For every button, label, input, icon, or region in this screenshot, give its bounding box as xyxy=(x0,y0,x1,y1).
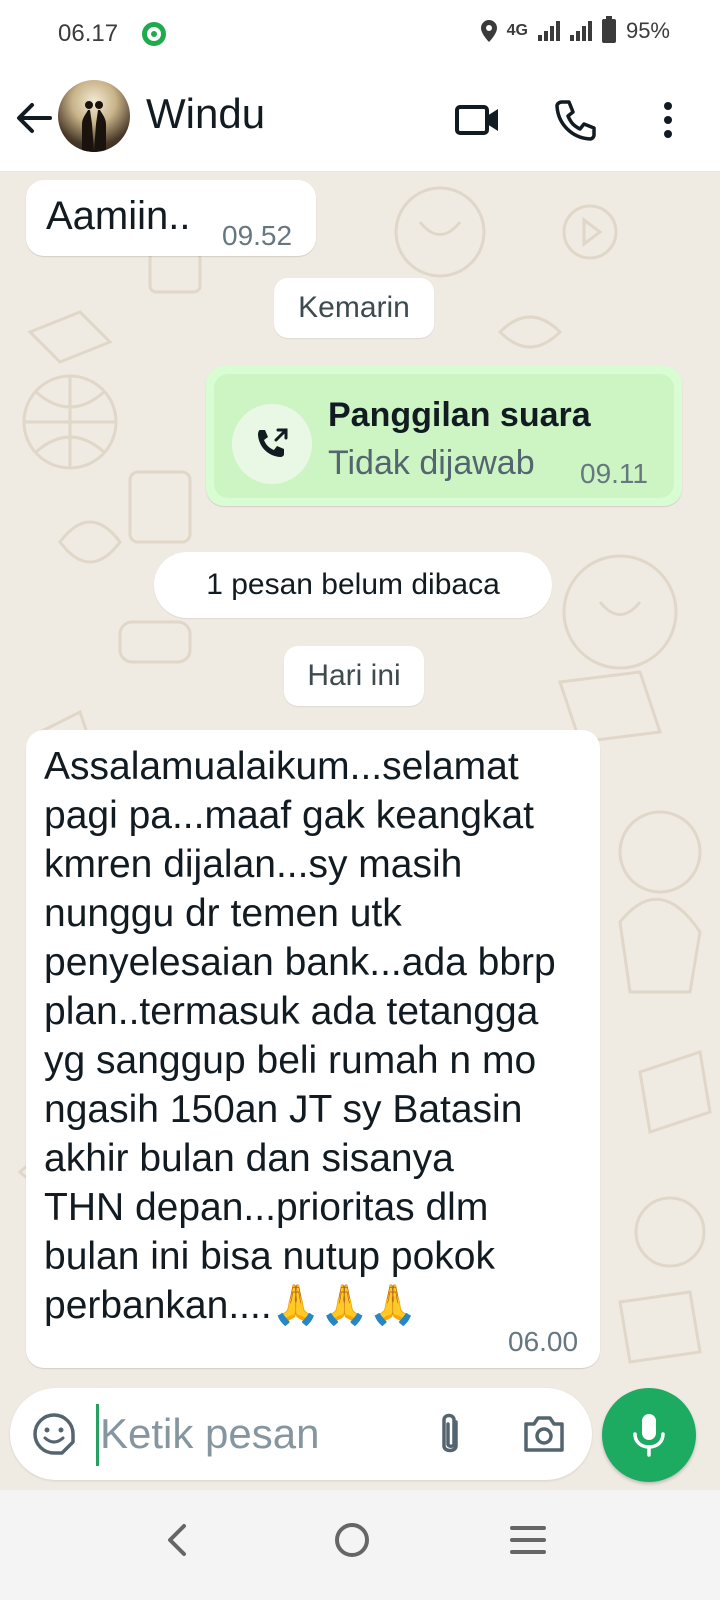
message-time: 09.52 xyxy=(222,220,293,251)
call-icon-container xyxy=(232,404,312,484)
chat-area[interactable]: Aamiin.. 09.52 Kemarin Panggilan suara T… xyxy=(0,172,720,1384)
video-call-icon[interactable] xyxy=(454,96,502,144)
date-chip-yesterday: Kemarin xyxy=(274,278,434,338)
battery-icon xyxy=(601,16,616,43)
missed-call-icon xyxy=(258,428,288,457)
nav-recents-icon[interactable] xyxy=(498,1510,558,1570)
phone-icon[interactable] xyxy=(552,96,600,144)
mic-button[interactable] xyxy=(602,1388,696,1482)
status-app-icon xyxy=(142,22,166,46)
call-title: Panggilan suara xyxy=(328,396,591,434)
message-bubble-incoming[interactable]: Assalamualaikum...selamat pagi pa...maaf… xyxy=(26,730,600,1368)
signal-icon-2 xyxy=(569,21,592,41)
date-chip-today: Hari ini xyxy=(284,646,424,706)
back-arrow-icon[interactable] xyxy=(14,98,54,138)
camera-icon[interactable] xyxy=(520,1410,568,1458)
nav-back-icon[interactable] xyxy=(146,1510,206,1570)
unread-messages-chip: 1 pesan belum dibaca xyxy=(154,552,552,618)
message-composer xyxy=(10,1388,592,1480)
status-time: 06.17 xyxy=(58,20,119,47)
location-icon xyxy=(480,20,497,42)
message-time: 09.11 xyxy=(580,458,648,489)
status-indicators: 4G 95% xyxy=(480,16,670,44)
battery-percent: 95% xyxy=(625,18,670,43)
attachment-icon[interactable] xyxy=(430,1410,470,1460)
network-type: 4G xyxy=(506,22,528,39)
message-input[interactable] xyxy=(100,1402,400,1466)
mic-icon xyxy=(633,1414,665,1457)
message-bubble-incoming[interactable]: Aamiin.. 09.52 xyxy=(26,180,316,256)
contact-name[interactable]: Windu xyxy=(146,90,265,138)
chat-header: Windu xyxy=(0,68,720,172)
text-cursor xyxy=(96,1404,99,1466)
message-time: 06.00 xyxy=(508,1326,579,1357)
system-nav-bar xyxy=(0,1490,720,1600)
nav-home-icon[interactable] xyxy=(322,1510,382,1570)
emoji-icon[interactable] xyxy=(32,1412,76,1456)
message-text: Assalamualaikum...selamat pagi pa...maaf… xyxy=(44,745,556,1327)
status-bar: 06.17 4G 95% xyxy=(0,0,720,68)
message-bubble-outgoing-call[interactable]: Panggilan suara Tidak dijawab 09.11 xyxy=(206,366,682,506)
more-vert-icon[interactable] xyxy=(644,96,692,144)
message-text: Aamiin.. xyxy=(46,194,191,238)
avatar[interactable] xyxy=(58,80,130,152)
avatar-image xyxy=(82,101,106,152)
call-status: Tidak dijawab xyxy=(328,444,535,482)
signal-icon xyxy=(537,21,560,41)
